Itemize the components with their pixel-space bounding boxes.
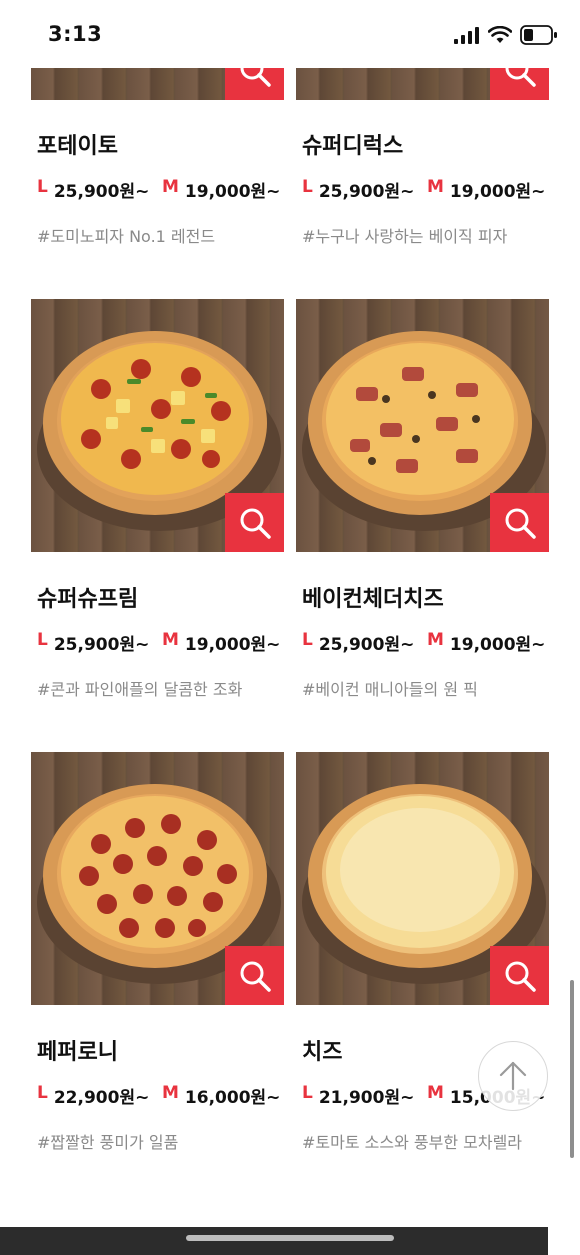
price-large: 22,900원~ xyxy=(53,1088,150,1108)
price-large: 21,900원~ xyxy=(318,1088,415,1108)
pizza-desc: #콘과 파인애플의 달콤한 조화 xyxy=(37,680,243,699)
size-label-l: L xyxy=(302,1083,313,1103)
menu-card-bacon-cheddar[interactable]: 베이컨체더치즈 L 25,900원~ M 19,000원~ #베이컨 매니아들의 원… xyxy=(296,299,549,699)
size-label-l: L xyxy=(302,177,313,197)
pizza-desc: #도미노피자 No.1 레전드 xyxy=(37,227,216,246)
bottom-bar xyxy=(0,1227,548,1255)
price-medium: 16,000원~ xyxy=(184,1088,281,1108)
zoom-button[interactable] xyxy=(225,493,284,552)
magnifier-icon xyxy=(505,508,536,539)
pizza-image[interactable] xyxy=(296,752,549,1005)
home-indicator[interactable] xyxy=(186,1235,394,1241)
menu-card-pepperoni[interactable]: 페퍼로니 L 22,900원~ M 16,000원~ #짭짤한 풍미가 일품 xyxy=(31,752,284,1152)
size-label-m: M xyxy=(162,1083,179,1103)
pizza-name: 치즈 xyxy=(302,1040,343,1065)
size-label-l: L xyxy=(37,630,48,650)
status-time: 3:13 xyxy=(48,22,103,46)
price-medium: 19,000원~ xyxy=(184,182,281,202)
zoom-button[interactable] xyxy=(490,493,549,552)
price-row: L 22,900원~ M 16,000원~ xyxy=(37,1083,280,1108)
arrow-up-icon xyxy=(499,1061,527,1091)
price-medium: 19,000원~ xyxy=(184,635,281,655)
price-row: L 25,900원~ M 19,000원~ xyxy=(37,630,280,655)
size-label-m: M xyxy=(427,177,444,197)
price-row: L 25,900원~ M 19,000원~ xyxy=(302,177,545,202)
magnifier-icon xyxy=(240,508,271,539)
pizza-desc: #짭짤한 풍미가 일품 xyxy=(37,1133,179,1152)
pizza-name: 포테이토 xyxy=(37,134,118,159)
price-large: 25,900원~ xyxy=(318,635,415,655)
battery-icon xyxy=(520,25,557,45)
pizza-name: 슈퍼디럭스 xyxy=(302,134,404,159)
signal-icon xyxy=(454,27,479,44)
zoom-button[interactable] xyxy=(225,946,284,1005)
pizza-image[interactable] xyxy=(31,752,284,1005)
size-label-m: M xyxy=(427,1083,444,1103)
size-label-l: L xyxy=(302,630,313,650)
size-label-l: L xyxy=(37,1083,48,1103)
zoom-button[interactable] xyxy=(490,946,549,1005)
pizza-image[interactable] xyxy=(296,299,549,552)
pizza-name: 슈퍼슈프림 xyxy=(37,587,139,612)
scroll-top-button[interactable] xyxy=(478,1041,548,1111)
size-label-l: L xyxy=(37,177,48,197)
price-large: 25,900원~ xyxy=(53,635,150,655)
price-medium: 19,000원~ xyxy=(449,182,546,202)
pizza-image[interactable] xyxy=(31,299,284,552)
scrollbar[interactable] xyxy=(570,980,574,1158)
price-row: L 25,900원~ M 19,000원~ xyxy=(302,630,545,655)
wifi-icon xyxy=(488,26,512,43)
price-large: 25,900원~ xyxy=(53,182,150,202)
price-large: 25,900원~ xyxy=(318,182,415,202)
pizza-desc: #베이컨 매니아들의 원 픽 xyxy=(302,680,478,699)
menu-card-super-supreme[interactable]: 슈퍼슈프림 L 25,900원~ M 19,000원~ #콘과 파인애플의 달콤한 … xyxy=(31,299,284,699)
size-label-m: M xyxy=(427,630,444,650)
pizza-name: 페퍼로니 xyxy=(37,1040,118,1065)
pizza-desc: #토마토 소스와 풍부한 모차렐라 xyxy=(302,1133,523,1152)
pizza-name: 베이컨체더치즈 xyxy=(302,587,444,612)
magnifier-icon xyxy=(240,961,271,992)
size-label-m: M xyxy=(162,630,179,650)
magnifier-icon xyxy=(505,961,536,992)
pizza-desc: #누구나 사랑하는 베이직 피자 xyxy=(302,227,508,246)
size-label-m: M xyxy=(162,177,179,197)
price-medium: 19,000원~ xyxy=(449,635,546,655)
status-bar: 3:13 xyxy=(0,0,580,68)
price-row: L 25,900원~ M 19,000원~ xyxy=(37,177,280,202)
